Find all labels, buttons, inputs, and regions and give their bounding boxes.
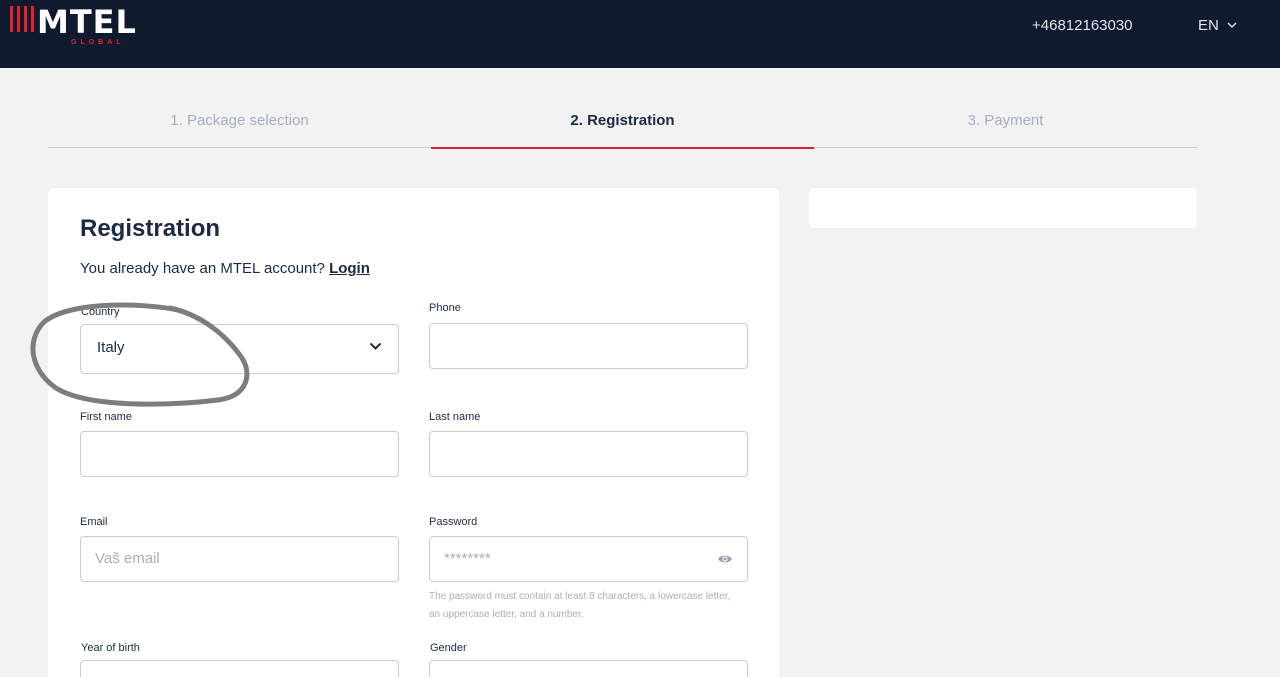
- step-underline: [48, 147, 431, 148]
- first-name-label: First name: [80, 411, 132, 423]
- logo-text: MTEL: [37, 3, 137, 41]
- step-label: 2. Registration: [570, 112, 675, 129]
- language-label: EN: [1198, 17, 1219, 34]
- step-payment[interactable]: 3. Payment: [814, 100, 1197, 148]
- chevron-down-icon: [1227, 22, 1237, 28]
- email-placeholder: Vaš email: [95, 550, 160, 567]
- country-label: Country: [81, 306, 120, 318]
- step-registration[interactable]: 2. Registration: [431, 100, 814, 149]
- registration-card: Registration You already have an MTEL ac…: [48, 188, 779, 677]
- phone-label: Phone: [429, 302, 461, 314]
- step-package-selection[interactable]: 1. Package selection: [48, 100, 431, 148]
- step-underline-active: [431, 147, 814, 149]
- password-input[interactable]: ********: [429, 536, 748, 582]
- logo-bars: [10, 6, 34, 32]
- logo-subtext: GLOBAL: [71, 39, 125, 46]
- language-selector[interactable]: EN: [1198, 17, 1237, 34]
- last-name-label: Last name: [429, 411, 481, 423]
- login-link[interactable]: Login: [329, 260, 370, 277]
- gender-select[interactable]: [429, 660, 748, 677]
- checkout-steps: 1. Package selection 2. Registration 3. …: [48, 100, 1197, 149]
- year-of-birth-select[interactable]: [80, 660, 399, 677]
- login-prompt: You already have an MTEL account? Login: [80, 260, 370, 277]
- header-phone-number[interactable]: +46812163030: [1032, 17, 1133, 34]
- chevron-down-icon: [369, 342, 382, 350]
- first-name-input[interactable]: [80, 431, 399, 477]
- email-label: Email: [80, 516, 108, 528]
- step-label: 1. Package selection: [170, 112, 309, 129]
- eye-icon[interactable]: [717, 553, 733, 565]
- phone-input[interactable]: [429, 323, 748, 369]
- top-header: MTEL GLOBAL +46812163030 EN: [0, 0, 1280, 68]
- year-of-birth-label: Year of birth: [81, 642, 140, 654]
- step-label: 3. Payment: [967, 112, 1044, 129]
- password-hint-line: The password must contain at least 8 cha…: [429, 591, 731, 602]
- password-placeholder: ********: [444, 550, 491, 567]
- page-title: Registration: [80, 215, 221, 242]
- mtel-logo[interactable]: MTEL GLOBAL: [10, 3, 137, 50]
- email-input[interactable]: Vaš email: [80, 536, 399, 582]
- password-label: Password: [429, 516, 478, 528]
- country-select[interactable]: Italy: [80, 324, 399, 374]
- last-name-input[interactable]: [429, 431, 748, 477]
- country-value: Italy: [97, 339, 125, 356]
- step-underline: [814, 147, 1197, 148]
- password-hint: The password must contain at least 8 cha…: [429, 588, 759, 624]
- login-prompt-text: You already have an MTEL account?: [80, 260, 325, 277]
- gender-label: Gender: [430, 642, 467, 654]
- password-hint-line: an uppercase letter, and a number.: [429, 609, 584, 620]
- order-summary-card: [809, 188, 1197, 228]
